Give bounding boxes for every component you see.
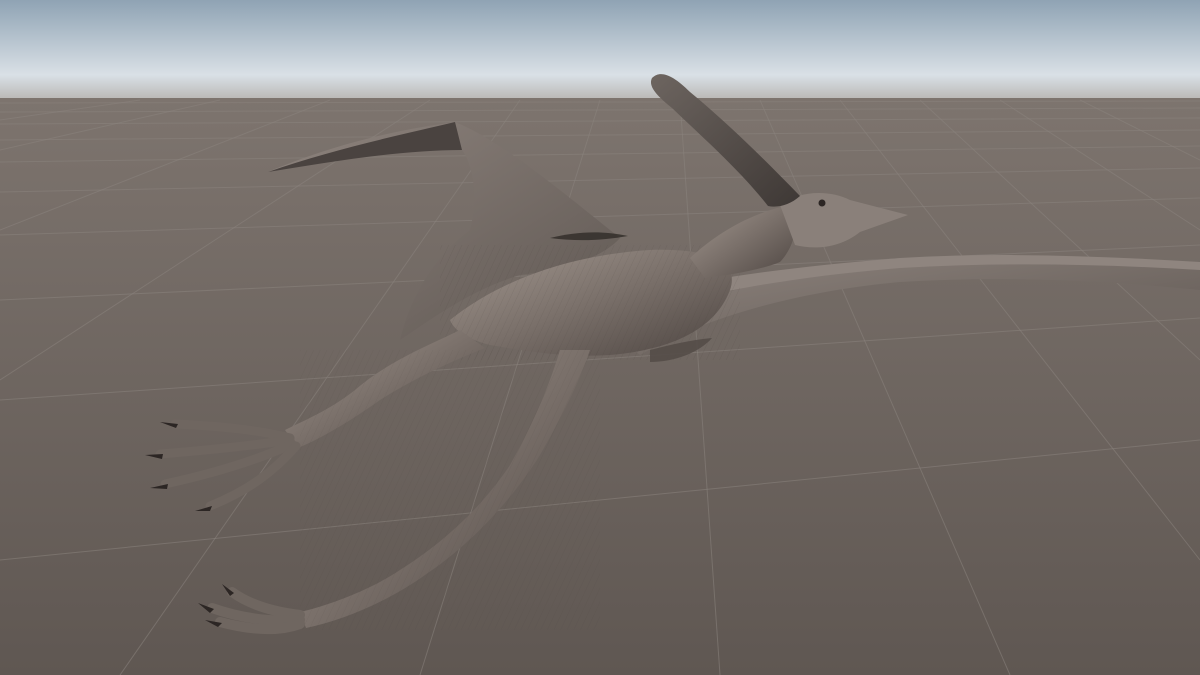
scene-view[interactable] [0,0,1200,675]
eye [818,199,826,207]
skybox [0,0,1200,100]
editor-viewport[interactable] [0,0,1200,675]
